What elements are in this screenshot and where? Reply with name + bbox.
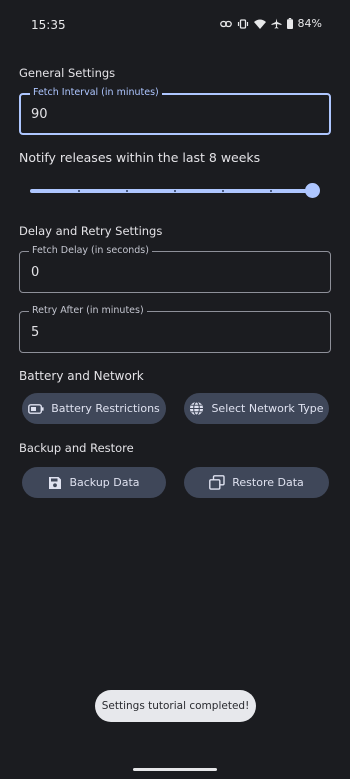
slider-tick (174, 190, 176, 192)
notify-weeks-label: Notify releases within the last 8 weeks (19, 150, 261, 165)
battery-icon (286, 18, 293, 29)
fetch-delay-field[interactable]: Fetch Delay (in seconds) 0 (19, 245, 331, 293)
slider-tick (126, 190, 128, 192)
backup-data-button[interactable]: Backup Data (22, 467, 166, 498)
slider-tick (270, 190, 272, 192)
battery-network-title: Battery and Network (19, 369, 144, 383)
wifi-icon (253, 19, 266, 29)
battery-restrictions-label: Battery Restrictions (51, 402, 160, 415)
backup-restore-title: Backup and Restore (19, 441, 134, 455)
airplane-icon (271, 18, 282, 29)
battery-restrictions-button[interactable]: Battery Restrictions (22, 393, 166, 424)
status-bar: 15:35 84% (0, 0, 350, 52)
vibrate-icon (237, 18, 249, 29)
slider-thumb[interactable] (305, 183, 320, 198)
status-icons: 84% (219, 17, 322, 30)
save-icon (48, 476, 62, 490)
fetch-interval-value: 90 (31, 107, 48, 122)
select-network-type-label: Select Network Type (211, 402, 324, 415)
retry-after-value: 5 (31, 325, 40, 340)
retry-after-field[interactable]: Retry After (in minutes) 5 (19, 305, 331, 353)
battery-percent: 84% (297, 17, 322, 30)
slider-tick (222, 190, 224, 192)
fetch-delay-label: Fetch Delay (in seconds) (29, 245, 152, 256)
general-settings-title: General Settings (19, 66, 116, 80)
restore-data-label: Restore Data (232, 476, 304, 489)
link-icon (219, 20, 232, 28)
status-time: 15:35 (31, 18, 66, 32)
fetch-interval-field[interactable]: Fetch Interval (in minutes) 90 (19, 87, 331, 135)
toast-message: Settings tutorial completed! (95, 690, 256, 722)
battery-icon (28, 403, 44, 414)
fetch-interval-label: Fetch Interval (in minutes) (30, 87, 162, 98)
retry-after-label: Retry After (in minutes) (29, 305, 147, 316)
globe-icon (189, 401, 204, 416)
restore-data-button[interactable]: Restore Data (184, 467, 329, 498)
gesture-nav-handle[interactable] (133, 768, 217, 771)
restore-windows-icon (209, 475, 225, 490)
notify-weeks-slider[interactable] (30, 182, 326, 200)
fetch-delay-value: 0 (31, 265, 40, 280)
slider-tick (78, 190, 80, 192)
select-network-type-button[interactable]: Select Network Type (184, 393, 329, 424)
delay-retry-title: Delay and Retry Settings (19, 224, 163, 238)
backup-data-label: Backup Data (69, 476, 140, 489)
